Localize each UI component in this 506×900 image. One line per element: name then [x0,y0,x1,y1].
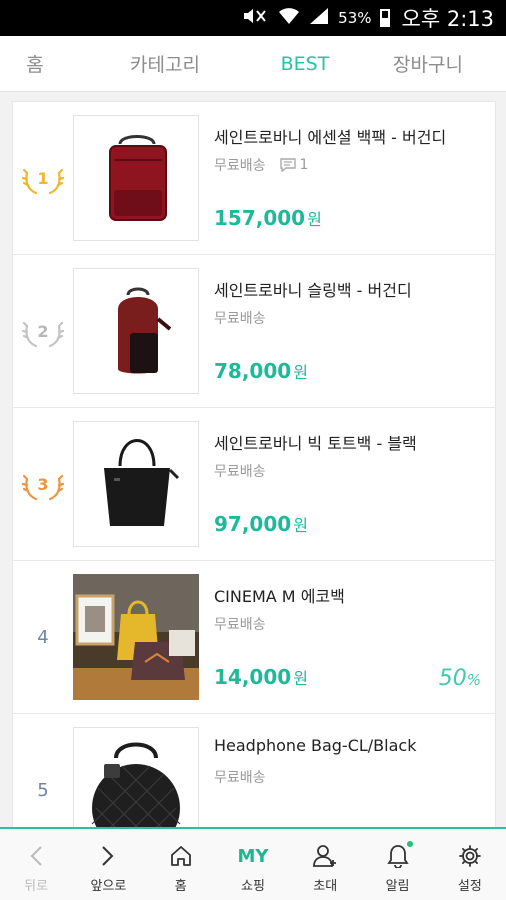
discount-value: 50 [438,666,467,691]
home-button[interactable]: 홈 [145,829,217,900]
top-tab-bar: 홈 카테고리 BEST 장바구니 [0,36,506,92]
price-value: 157,000 [214,206,306,230]
nav-label: 쇼핑 [241,879,265,894]
bottom-nav: 뒤로 앞으로 홈 MY 쇼핑 초대 알림 설정 [0,827,506,900]
settings-button[interactable]: 설정 [434,829,506,900]
rank-badge: 4 [13,561,73,714]
product-info: 세인트로바니 빅 토트백 - 블랙 무료배송 97,000 원 [214,408,485,561]
product-title[interactable]: 세인트로바니 슬링백 - 버건디 [214,277,412,301]
product-info: CINEMA M 에코백 무료배송 14,000 원 50% [214,561,485,714]
product-info: 세인트로바니 에센셜 백팩 - 버건디 무료배송 1 157,000 원 [214,102,485,255]
product-price: 14,000 원 [214,665,308,689]
currency-label: 원 [293,516,308,535]
nav-label: 초대 [313,879,338,894]
product-image[interactable] [73,421,199,547]
currency-label: 원 [307,210,322,229]
tab-category[interactable]: 카테고리 [70,50,260,77]
currency-label: 원 [293,669,308,688]
wifi-icon [278,7,300,29]
review-count[interactable]: 1 [279,157,309,173]
forward-button[interactable]: 앞으로 [72,829,144,900]
product-meta: 무료배송 [214,308,266,328]
forward-chevron-icon [101,843,115,869]
product-price: 97,000 원 [214,512,308,536]
add-user-icon [312,843,338,869]
home-icon [169,843,193,869]
list-item[interactable]: 2 세인트로바니 슬링백 - 버건디 무료배송 78,000 원 [13,255,495,408]
list-item[interactable]: 1 세인트로바니 에센셜 백팩 - 버건디 무료배송 1 157,000 원 [13,102,495,255]
notification-button[interactable]: 알림 [361,829,433,900]
product-title[interactable]: CINEMA M 에코백 [214,583,345,607]
rank-badge: 1 [13,102,73,255]
notification-dot [406,841,413,847]
bell-icon [386,841,413,869]
price-value: 78,000 [214,359,292,383]
tab-best[interactable]: BEST [260,53,350,75]
status-bar: 53% 오후 2:13 [0,0,506,36]
rank-number: 5 [37,780,49,801]
back-chevron-icon [29,843,43,869]
clock: 오후 2:13 [401,7,494,31]
product-meta: 무료배송 [214,461,266,481]
gold-medal-icon: 1 [21,157,65,201]
rank-number: 2 [37,321,49,341]
back-button[interactable]: 뒤로 [0,829,72,900]
shipping-label: 무료배송 [214,464,266,480]
rank-badge: 2 [13,255,73,408]
product-price: 157,000 원 [214,206,322,230]
nav-label: 뒤로 [24,879,49,894]
rank-number: 3 [37,474,49,494]
discount-rate: 50% [439,666,481,691]
my-icon: MY [238,843,269,869]
my-shopping-button[interactable]: MY 쇼핑 [217,829,289,900]
product-image[interactable] [73,268,199,394]
rank-number: 1 [37,168,49,188]
battery-percent: 53% [338,9,372,27]
review-count-value: 1 [299,157,309,173]
silver-medal-icon: 2 [21,310,65,354]
product-meta: 무료배송 1 [214,155,308,175]
product-title[interactable]: 세인트로바니 에센셜 백팩 - 버건디 [214,124,446,148]
product-title[interactable]: Headphone Bag-CL/Black [214,736,416,755]
currency-label: 원 [293,363,308,382]
battery-icon [379,9,390,27]
product-title[interactable]: 세인트로바니 빅 토트백 - 블랙 [214,430,417,454]
discount-unit: % [466,671,481,689]
price-value: 97,000 [214,512,292,536]
product-image[interactable] [73,115,199,241]
bronze-medal-icon: 3 [21,463,65,507]
shipping-label: 무료배송 [214,770,266,786]
nav-label: 앞으로 [90,879,127,894]
mute-icon [242,7,270,29]
shipping-label: 무료배송 [214,311,266,327]
shipping-label: 무료배송 [214,158,266,174]
invite-button[interactable]: 초대 [289,829,361,900]
list-item[interactable]: 3 세인트로바니 빅 토트백 - 블랙 무료배송 97,000 원 [13,408,495,561]
shipping-label: 무료배송 [214,617,266,633]
nav-label: 홈 [174,879,187,894]
list-item[interactable]: 4 CINEMA M 에코백 무료배송 14,000 원 50% [13,561,495,714]
gear-icon [458,843,482,869]
product-price: 78,000 원 [214,359,308,383]
best-product-list: 1 세인트로바니 에센셜 백팩 - 버건디 무료배송 1 157,000 원 2… [12,101,496,868]
product-info: 세인트로바니 슬링백 - 버건디 무료배송 78,000 원 [214,255,485,408]
rank-number: 4 [37,627,49,648]
price-value: 14,000 [214,665,292,689]
product-image[interactable] [73,574,199,700]
tab-home[interactable]: 홈 [0,50,70,77]
nav-label: 설정 [457,879,482,894]
nav-label: 알림 [385,879,410,894]
comment-icon [279,158,296,172]
product-meta: 무료배송 [214,767,266,787]
rank-badge: 3 [13,408,73,561]
signal-icon [308,7,330,29]
my-text: MY [237,845,269,867]
product-meta: 무료배송 [214,614,266,634]
tab-cart[interactable]: 장바구니 [350,50,506,77]
